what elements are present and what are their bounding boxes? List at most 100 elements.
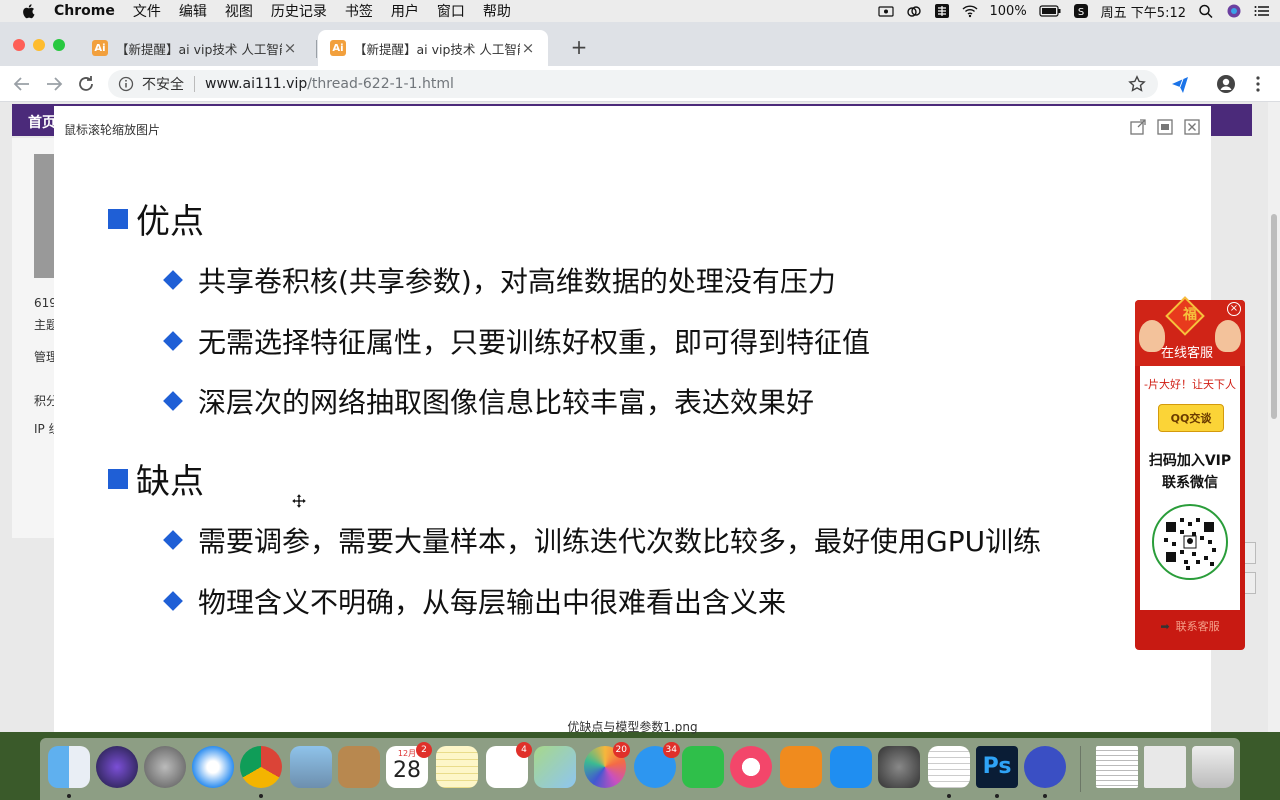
- not-secure-label[interactable]: 不安全: [142, 74, 184, 94]
- spotlight-search-icon[interactable]: [1198, 4, 1214, 18]
- url-host: www.ai111.vip: [205, 76, 308, 92]
- image-lightbox: 鼠标滚轮缩放图片 优点 共享卷积核(共享参数)，对高维数据的处理没有压力 无需选…: [54, 106, 1211, 734]
- menu-bookmarks[interactable]: 书签: [345, 1, 373, 21]
- window-maximize-button[interactable]: [53, 39, 65, 51]
- extension-icon[interactable]: [1170, 74, 1190, 94]
- window-minimize-button[interactable]: [33, 39, 45, 51]
- square-bullet-icon: [108, 208, 128, 229]
- contact-service-label: 联系客服: [1175, 620, 1220, 633]
- tab-2-active[interactable]: Ai 【新提醒】ai vip技术 人工智能 p ×: [318, 30, 548, 66]
- screen-recorder-icon[interactable]: [1024, 746, 1066, 788]
- notes-icon[interactable]: [436, 746, 478, 788]
- nav-home-link[interactable]: 首页: [28, 112, 56, 132]
- finder-icon[interactable]: [48, 746, 90, 788]
- menu-file[interactable]: 文件: [133, 1, 161, 21]
- pros-point-text: 无需选择特征属性，只要训练好权重，即可得到特征值: [198, 326, 871, 359]
- more-menu-icon[interactable]: [1248, 74, 1268, 94]
- app-store-icon[interactable]: [830, 746, 872, 788]
- recent-window-icon[interactable]: [1144, 746, 1186, 788]
- wechat-qr-code-icon: [1152, 504, 1228, 580]
- messages-icon[interactable]: 34: [634, 742, 680, 788]
- online-service-widget: 福 在线客服 × -片大好！让天下人 QQ交谈 扫码加入VIP 联系微信 ➡ 联…: [1135, 296, 1245, 650]
- tab-close-icon[interactable]: ×: [520, 40, 536, 56]
- menu-view[interactable]: 视图: [225, 1, 253, 21]
- siri-icon[interactable]: [96, 746, 138, 788]
- mail-stamp-icon[interactable]: [290, 746, 332, 788]
- url-path: /thread-622-1-1.html: [307, 76, 454, 92]
- tab-close-icon[interactable]: ×: [282, 40, 298, 56]
- menu-help[interactable]: 帮助: [483, 1, 511, 21]
- scrollbar-thumb[interactable]: [1271, 214, 1277, 419]
- reminders-icon[interactable]: 4: [486, 742, 532, 788]
- address-bar[interactable]: 不安全 www.ai111.vip/thread-622-1-1.html: [108, 70, 1158, 98]
- wifi-icon[interactable]: [962, 4, 978, 18]
- window-close-button[interactable]: [13, 39, 25, 51]
- system-preferences-icon[interactable]: [878, 746, 920, 788]
- menu-edit[interactable]: 编辑: [179, 1, 207, 21]
- diamond-bullet-icon: [163, 591, 183, 611]
- cons-point-text: 物理含义不明确，从每层输出中很难看出含义来: [198, 586, 787, 619]
- maps-icon[interactable]: [534, 746, 576, 788]
- image-caption: 优缺点与模型参数1.png: [567, 720, 698, 734]
- menu-history[interactable]: 历史记录: [271, 1, 327, 21]
- siri-icon[interactable]: [1226, 4, 1242, 18]
- contact-service-link[interactable]: ➡ 联系客服: [1135, 618, 1245, 634]
- fit-size-icon[interactable]: [1156, 118, 1174, 136]
- menubar-clock[interactable]: 周五 下午5:12: [1101, 2, 1186, 21]
- svg-text:S: S: [1077, 7, 1083, 18]
- macos-dock: 12月 28 2 4 20 34 Ps: [40, 738, 1240, 800]
- sogou-icon[interactable]: S: [1073, 4, 1089, 18]
- contacts-icon[interactable]: [338, 746, 380, 788]
- screen-record-icon[interactable]: [877, 4, 894, 18]
- cons-point: 需要调参，需要大量样本，训练迭代次数比较多，最好使用GPU训练: [162, 520, 1041, 560]
- close-icon[interactable]: ×: [1227, 302, 1241, 316]
- info-icon[interactable]: [118, 76, 134, 92]
- trash-icon[interactable]: [1192, 746, 1234, 788]
- battery-percentage: 100%: [989, 3, 1027, 19]
- widget-body: -片大好！让天下人 QQ交谈 扫码加入VIP 联系微信: [1140, 366, 1240, 610]
- tab-title: 【新提醒】ai vip技术 人工智能 p: [354, 41, 520, 57]
- chrome-icon[interactable]: [240, 746, 282, 788]
- menu-people[interactable]: 用户: [391, 1, 419, 21]
- bookmark-star-icon[interactable]: [1128, 75, 1146, 93]
- running-indicator: [947, 794, 951, 798]
- textedit-icon[interactable]: [928, 746, 970, 788]
- battery-icon[interactable]: [1039, 4, 1061, 18]
- running-indicator: [259, 794, 263, 798]
- slide-image: 优点 共享卷积核(共享参数)，对高维数据的处理没有压力 无需选择特征属性，只要训…: [54, 166, 1211, 686]
- open-in-new-window-icon[interactable]: [1129, 118, 1147, 136]
- input-method-icon[interactable]: [934, 4, 950, 18]
- tab-title: 【新提醒】ai vip技术 人工智能 p: [116, 41, 282, 57]
- close-icon[interactable]: [1183, 118, 1201, 136]
- calendar-badge: 2: [416, 742, 432, 758]
- running-indicator: [995, 794, 999, 798]
- new-tab-button[interactable]: +: [568, 36, 590, 58]
- tab-1[interactable]: Ai 【新提醒】ai vip技术 人工智能 p ×: [80, 30, 310, 66]
- creative-cloud-icon[interactable]: [906, 4, 922, 18]
- forward-arrow-icon[interactable]: [42, 72, 66, 96]
- back-arrow-icon[interactable]: [10, 72, 34, 96]
- app-menu-chrome[interactable]: Chrome: [54, 3, 115, 19]
- cons-point-text: 需要调参，需要大量样本，训练迭代次数比较多，最好使用GPU训练: [198, 525, 1042, 558]
- arrow-right-icon: ➡: [1160, 620, 1170, 633]
- apple-menu-icon[interactable]: [20, 2, 38, 20]
- running-indicator: [67, 794, 71, 798]
- photos-icon[interactable]: 20: [584, 742, 630, 788]
- messages-badge: 34: [662, 742, 680, 758]
- document-stack-icon[interactable]: [1096, 746, 1138, 788]
- itunes-icon[interactable]: [730, 746, 772, 788]
- facetime-icon[interactable]: [682, 746, 724, 788]
- qq-chat-button[interactable]: QQ交谈: [1158, 404, 1224, 432]
- books-icon[interactable]: [780, 746, 822, 788]
- calendar-icon[interactable]: 12月 28 2: [386, 742, 432, 788]
- reload-icon[interactable]: [74, 72, 98, 96]
- profile-avatar-icon[interactable]: [1216, 74, 1236, 94]
- menu-window[interactable]: 窗口: [437, 1, 465, 21]
- tab-strip: Ai 【新提醒】ai vip技术 人工智能 p × Ai 【新提醒】ai vip…: [0, 22, 1280, 66]
- safari-icon[interactable]: [192, 746, 234, 788]
- launchpad-icon[interactable]: [144, 746, 186, 788]
- tab-divider: [316, 40, 317, 58]
- notification-center-icon[interactable]: [1254, 4, 1270, 18]
- photoshop-icon[interactable]: Ps: [976, 746, 1018, 788]
- page-scrollbar[interactable]: [1268, 102, 1280, 732]
